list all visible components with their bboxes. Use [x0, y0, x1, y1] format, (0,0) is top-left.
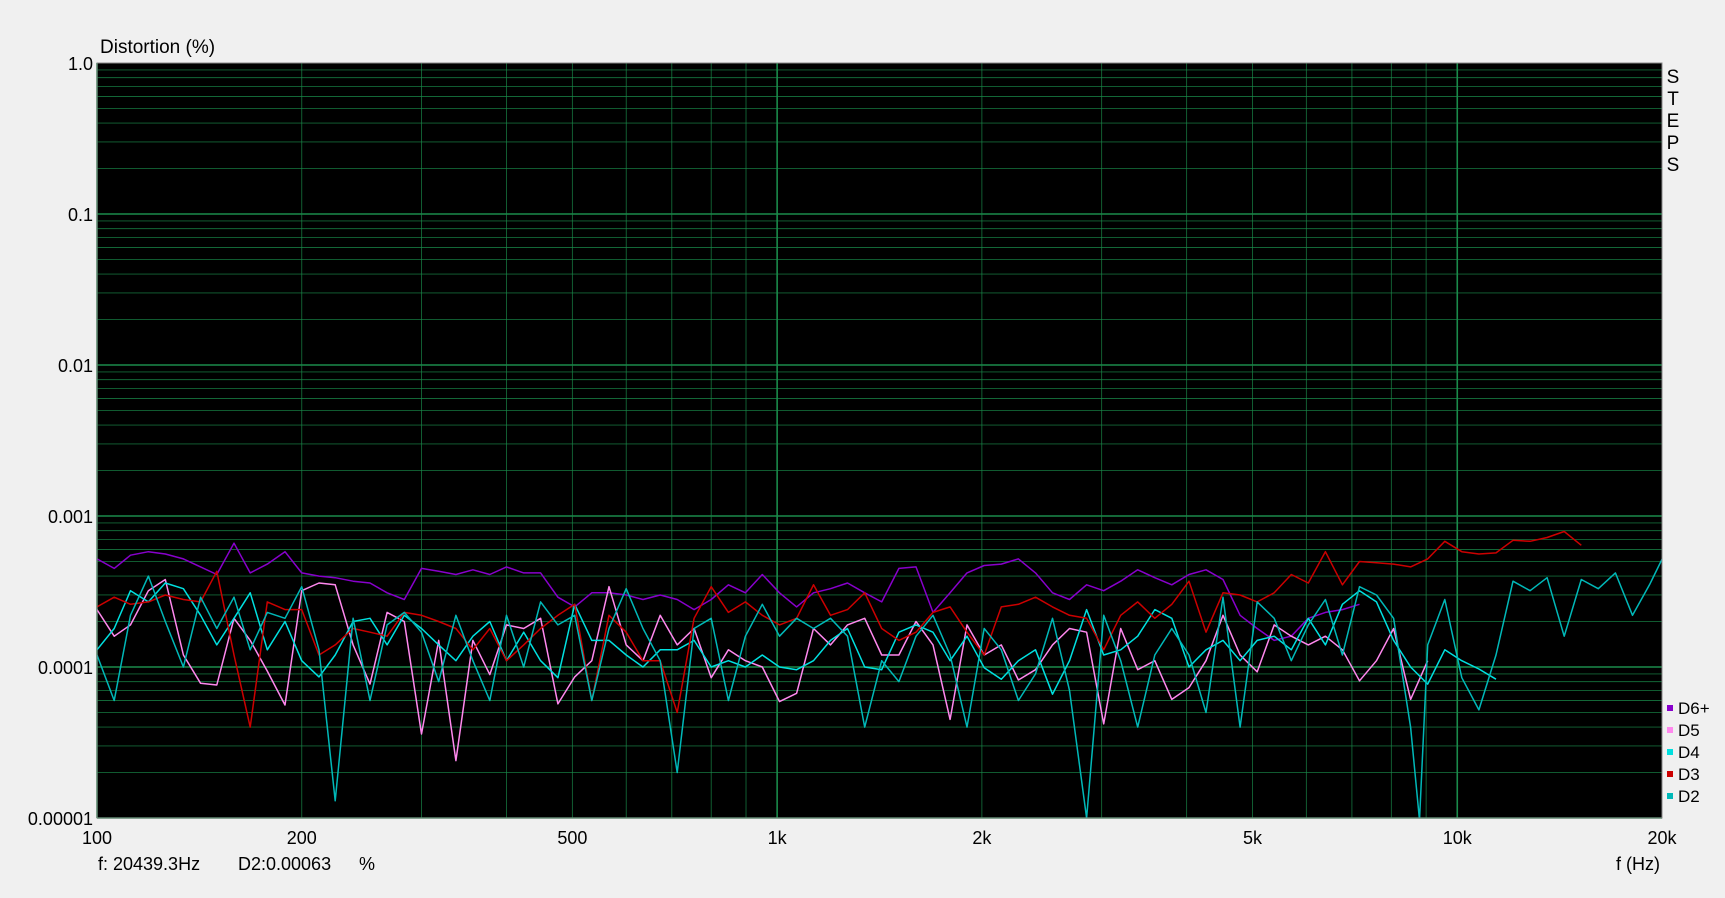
x-axis-label: f (Hz) [1616, 854, 1660, 874]
chart-svg: 1.0 0.1 0.01 0.001 0.0001 0.00001 100 200 500 1k… [28, 37, 1710, 874]
y-tick-label: 0.1 [68, 205, 93, 225]
legend-swatch [1667, 793, 1673, 799]
legend-label: D3 [1678, 765, 1700, 784]
legend-swatch [1667, 727, 1673, 733]
side-label-letter: P [1667, 133, 1680, 154]
side-label-letter: T [1667, 89, 1679, 110]
y-axis-label: Distortion (%) [100, 37, 215, 58]
x-tick-label: 1k [768, 828, 788, 848]
plot-area [97, 63, 1662, 818]
legend-label: D4 [1678, 743, 1700, 762]
x-tick-label: 200 [287, 828, 317, 848]
readout-unit: % [359, 854, 375, 874]
legend-swatch [1667, 705, 1673, 711]
y-tick-label: 0.0001 [38, 658, 93, 678]
x-tick-label: 20k [1647, 828, 1677, 848]
side-label-letter: E [1667, 111, 1680, 132]
y-tick-labels: 1.0 0.1 0.01 0.001 0.0001 0.00001 [28, 54, 93, 829]
x-tick-label: 5k [1243, 828, 1263, 848]
x-tick-labels: 100 200 500 1k 2k 5k 10k 20k [82, 828, 1678, 848]
y-tick-label: 0.01 [58, 356, 93, 376]
x-tick-label: 2k [972, 828, 992, 848]
distortion-chart: 1.0 0.1 0.01 0.001 0.0001 0.00001 100 200 500 1k… [0, 0, 1725, 898]
y-tick-label: 1.0 [68, 54, 93, 74]
legend-label: D5 [1678, 721, 1700, 740]
legend-label: D2 [1678, 787, 1700, 806]
y-tick-label: 0.00001 [28, 809, 93, 829]
side-label-letter: S [1667, 67, 1680, 88]
legend-swatch [1667, 749, 1673, 755]
legend: D6+ D5 D4 D3 D2 [1667, 699, 1710, 806]
side-label-steps: STEPS [1667, 67, 1680, 176]
legend-label: D6+ [1678, 699, 1710, 718]
y-tick-label: 0.001 [48, 507, 93, 527]
readout-value: D2:0.00063 [238, 854, 331, 874]
side-label-letter: S [1667, 155, 1680, 176]
x-tick-label: 10k [1443, 828, 1473, 848]
x-tick-label: 100 [82, 828, 112, 848]
readout-frequency: f: 20439.3Hz [98, 854, 200, 874]
x-tick-label: 500 [557, 828, 587, 848]
legend-swatch [1667, 771, 1673, 777]
